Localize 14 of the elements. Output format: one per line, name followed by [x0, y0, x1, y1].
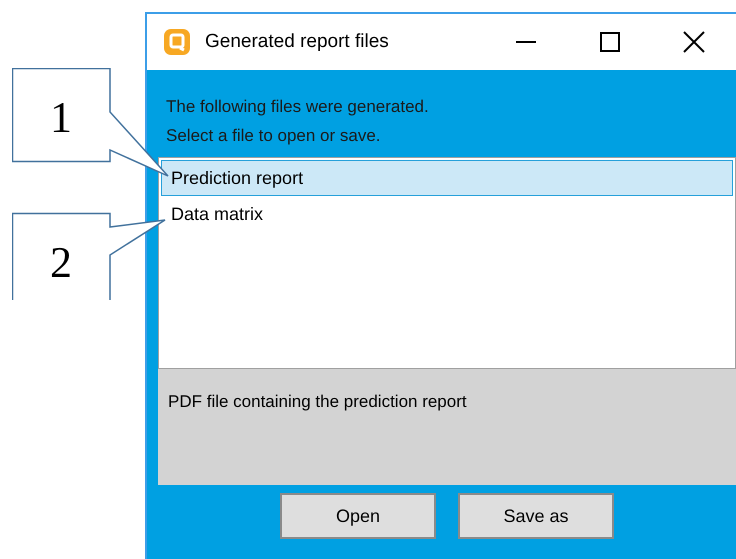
- app-logo-icon: [163, 28, 191, 56]
- file-list-item[interactable]: Data matrix: [161, 196, 733, 232]
- dialog-button[interactable]: Save as: [458, 493, 614, 539]
- file-list-item[interactable]: Prediction report: [161, 160, 733, 196]
- instruction-text: The following files were generated.: [166, 96, 430, 118]
- callout-number: 2: [50, 241, 72, 285]
- maximize-icon: [600, 32, 620, 52]
- window-title: Generated report files: [205, 30, 389, 54]
- callout-number: 1: [50, 96, 72, 140]
- instruction-text: Select a file to open or save.: [166, 125, 382, 147]
- minimize-icon: [516, 41, 536, 43]
- dialog-button[interactable]: Open: [280, 493, 436, 539]
- description-text: PDF file containing the prediction report: [168, 392, 467, 411]
- close-icon: [683, 31, 705, 53]
